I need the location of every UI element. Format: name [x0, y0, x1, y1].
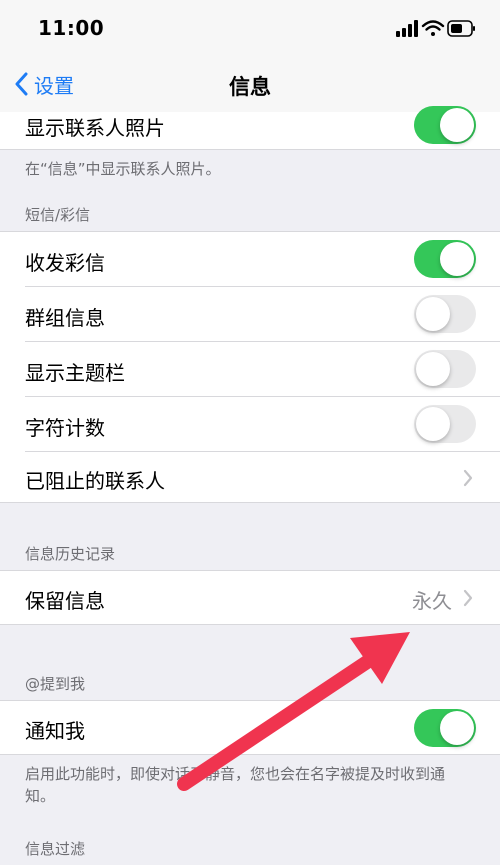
blocked-contacts-row[interactable]: 已阻止的联系人 — [0, 452, 500, 503]
toggle-knob — [416, 352, 450, 386]
battery-icon — [447, 20, 475, 37]
navigation-bar: 设置 信息 — [0, 56, 500, 113]
keep-messages-row[interactable]: 保留信息 永久 — [0, 570, 500, 625]
show-contact-photos-toggle[interactable] — [414, 106, 476, 144]
sms-section-group: 收发彩信 群组信息 显示主题栏 字符计数 已阻止的联系人 — [0, 231, 500, 503]
notify-me-toggle[interactable] — [414, 709, 476, 747]
character-count-row[interactable]: 字符计数 — [0, 397, 500, 451]
filter-section-header: 信息过滤 — [25, 840, 86, 858]
blocked-contacts-label: 已阻止的联系人 — [25, 469, 165, 493]
history-section-header: 信息历史记录 — [25, 545, 116, 563]
mention-section-header: @提到我 — [25, 675, 86, 693]
show-contact-photos-footer: 在“信息”中显示联系人照片。 — [25, 160, 221, 178]
character-count-label: 字符计数 — [25, 416, 105, 440]
keep-messages-label: 保留信息 — [25, 589, 105, 613]
toggle-knob — [440, 108, 474, 142]
mms-row[interactable]: 收发彩信 — [0, 232, 500, 286]
status-bar: 11:00 — [0, 0, 500, 56]
toggle-knob — [440, 711, 474, 745]
toggle-knob — [416, 407, 450, 441]
mms-label: 收发彩信 — [25, 251, 105, 275]
page-title: 信息 — [229, 75, 271, 99]
show-contact-photos-label: 显示联系人照片 — [25, 116, 165, 140]
group-messaging-label: 群组信息 — [25, 306, 105, 330]
group-messaging-toggle[interactable] — [414, 295, 476, 333]
notify-me-row[interactable]: 通知我 — [0, 700, 500, 755]
show-contact-photos-row: 显示联系人照片 — [0, 106, 500, 150]
wifi-icon — [421, 20, 445, 36]
toggle-knob — [416, 297, 450, 331]
keep-messages-value: 永久 — [412, 589, 452, 613]
notify-me-footer: 启用此功能时，即使对话已静音，您也会在名字被提及时收到通知。 — [25, 765, 446, 805]
show-subject-row[interactable]: 显示主题栏 — [0, 342, 500, 396]
show-subject-toggle[interactable] — [414, 350, 476, 388]
status-time: 11:00 — [38, 16, 105, 40]
signal-icon — [396, 20, 418, 37]
character-count-toggle[interactable] — [414, 405, 476, 443]
show-subject-label: 显示主题栏 — [25, 361, 125, 385]
sms-section-header: 短信/彩信 — [25, 206, 91, 224]
chevron-right-icon — [463, 469, 473, 487]
toggle-knob — [440, 242, 474, 276]
chevron-right-icon — [463, 589, 473, 607]
group-messaging-row[interactable]: 群组信息 — [0, 287, 500, 341]
mms-toggle[interactable] — [414, 240, 476, 278]
status-icons — [396, 18, 476, 44]
notify-me-label: 通知我 — [25, 719, 85, 743]
